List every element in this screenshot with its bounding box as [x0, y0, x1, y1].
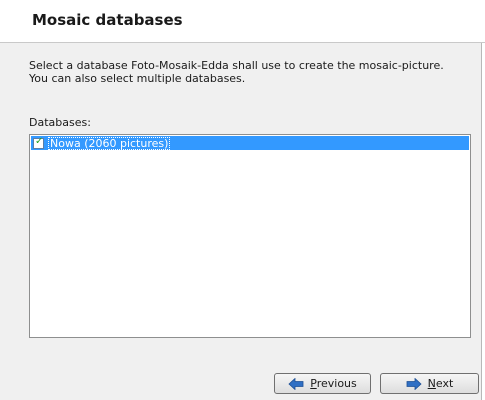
- wizard-window: Mosaic databases Select a database Foto-…: [0, 0, 485, 400]
- arrow-right-icon: [406, 377, 422, 390]
- instructions-line-1: Select a database Foto-Mosaik-Edda shall…: [29, 59, 444, 72]
- arrow-left-icon: [288, 377, 304, 390]
- page-title: Mosaic databases: [32, 11, 183, 29]
- list-item-nowa[interactable]: ✓ Nowa (2060 pictures): [31, 136, 469, 150]
- list-item-label: Nowa (2060 pictures): [48, 136, 171, 150]
- instructions-line-2: You can also select multiple databases.: [29, 72, 246, 85]
- wizard-body: Select a database Foto-Mosaik-Edda shall…: [0, 43, 482, 400]
- previous-button[interactable]: Previous: [274, 373, 371, 394]
- wizard-header: Mosaic databases: [0, 0, 485, 43]
- instructions-text: Select a database Foto-Mosaik-Edda shall…: [29, 59, 444, 85]
- item-checkbox[interactable]: ✓: [33, 135, 44, 149]
- databases-listbox[interactable]: ✓ Nowa (2060 pictures): [29, 134, 471, 338]
- databases-label: Databases:: [29, 116, 91, 129]
- next-button[interactable]: Next: [380, 373, 479, 394]
- checkmark-icon: ✓: [35, 135, 44, 147]
- next-label: Next: [427, 377, 454, 390]
- previous-label: Previous: [310, 377, 357, 390]
